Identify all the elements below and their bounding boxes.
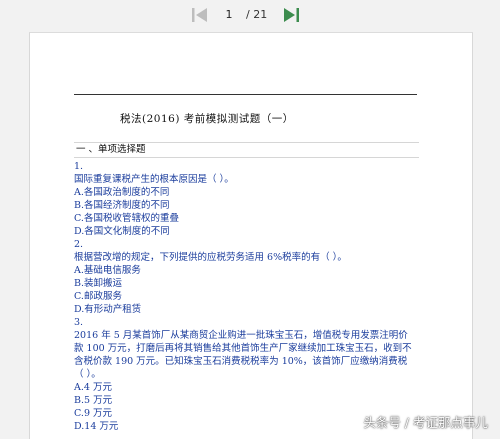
answer-option: D.有形动产租赁 (74, 304, 142, 315)
answer-option: B.各国经济制度的不同 (74, 200, 170, 211)
question-number: 1. (74, 161, 84, 172)
watermark: 头条号 / 考证那点事儿 (363, 415, 488, 430)
next-page-button[interactable] (281, 6, 301, 24)
arrow-right-icon (284, 8, 299, 22)
question-number: 3. (74, 317, 84, 328)
answer-option: C.9 万元 (74, 408, 113, 419)
question-number: 2. (74, 239, 84, 250)
question-stem: （ ）。 (74, 369, 101, 380)
answer-option: A.基础电信服务 (74, 265, 141, 276)
question-stem: 国际重复课税产生的根本原因是（ ）。 (74, 174, 234, 185)
section-header: 一 、单项选择题 (74, 142, 419, 158)
viewer-toolbar: 1 / 21 (0, 0, 500, 32)
page-count: / 21 (246, 8, 268, 21)
current-page-input[interactable]: 1 (218, 7, 240, 23)
arrow-left-icon (192, 8, 207, 22)
question-stem: 2016 年 5 月某首饰厂从某商贸企业购进一批珠宝玉石，增值税专用发票注明价 (74, 330, 408, 341)
answer-option: A.4 万元 (74, 382, 112, 393)
question-stem: 含税价款 190 万元。已知珠宝玉石消费税税率为 10%，该首饰厂应缴纳消费税 (74, 356, 408, 367)
answer-option: D.各国文化制度的不同 (74, 226, 170, 237)
previous-page-button[interactable] (190, 6, 210, 24)
answer-option: B.装卸搬运 (74, 278, 123, 289)
header-rule (74, 94, 417, 95)
document-title: 税法(2016) 考前模拟测试题（一） (120, 113, 294, 125)
question-stem: 根据营改增的规定，下列提供的应税劳务适用 6%税率的有（ ）。 (74, 252, 347, 263)
document-page[interactable]: 税法(2016) 考前模拟测试题（一） 一 、单项选择题 1. 国际重复课税产生… (29, 32, 473, 439)
question-stem: 款 100 万元，打磨后再将其销售给其他首饰生产厂家继续加工珠宝玉石，收到不 (74, 343, 412, 354)
answer-option: B.5 万元 (74, 395, 113, 406)
answer-option: C.各国税收管辖权的重叠 (74, 213, 179, 224)
answer-option: A.各国政治制度的不同 (74, 187, 170, 198)
answer-option: C.邮政服务 (74, 291, 122, 302)
answer-option: D.14 万元 (74, 421, 119, 432)
section-heading: 一 、单项选择题 (76, 144, 146, 155)
